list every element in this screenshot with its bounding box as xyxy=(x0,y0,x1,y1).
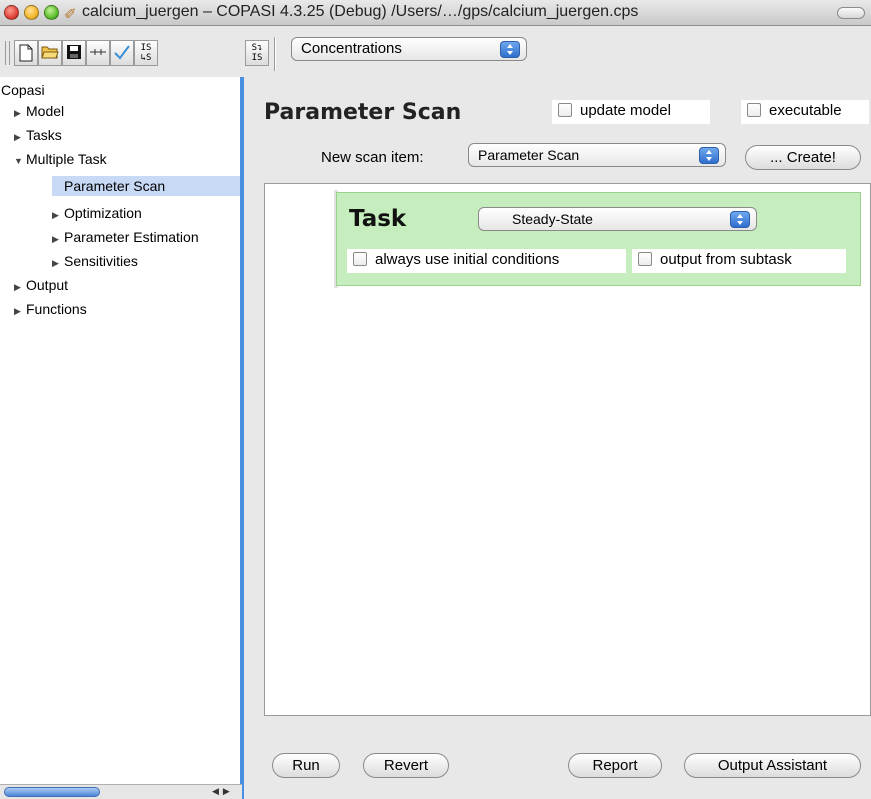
new-scan-item-label: New scan item: xyxy=(321,149,424,166)
new-scan-item-select[interactable]: Parameter Scan xyxy=(468,143,726,167)
scroll-arrows-icon[interactable]: ◀▶ xyxy=(212,786,234,797)
zoom-window-button[interactable] xyxy=(44,5,59,20)
open-file-button[interactable] xyxy=(38,40,62,66)
unit-select-value: Concentrations xyxy=(301,40,402,57)
report-button[interactable]: Report xyxy=(568,753,662,778)
tree-item-sensitivities[interactable]: ▶ Sensitivities xyxy=(52,251,138,273)
floppy-disk-icon xyxy=(67,45,81,59)
run-button[interactable]: Run xyxy=(272,753,340,778)
collapse-triangle-icon[interactable]: ▼ xyxy=(14,151,26,171)
close-window-button[interactable] xyxy=(4,5,19,20)
checkbox-icon[interactable] xyxy=(353,252,367,266)
checkmark-icon xyxy=(114,45,130,60)
executable-checkbox[interactable]: executable xyxy=(741,100,869,124)
task-type-value: Steady-State xyxy=(512,211,593,227)
toolbar: IS ↳S S↴ IS Concentrations xyxy=(0,27,871,77)
tree-item-parameter-scan[interactable]: Parameter Scan xyxy=(52,176,240,196)
document-proxy-icon[interactable]: ✐ xyxy=(64,5,77,23)
tree-item-tasks[interactable]: ▶ Tasks xyxy=(14,125,62,147)
slider-icon xyxy=(90,49,106,55)
slider-button[interactable] xyxy=(86,40,110,66)
tree-horizontal-scrollbar[interactable]: ◀▶ xyxy=(0,784,242,799)
create-button[interactable]: ... Create! xyxy=(745,145,861,170)
checkbox-icon[interactable] xyxy=(558,103,572,117)
unit-select[interactable]: Concentrations xyxy=(291,37,527,61)
page-title: Parameter Scan xyxy=(264,100,462,125)
tree-item-output[interactable]: ▶ Output xyxy=(14,275,68,297)
title-bar: ✐ calcium_juergen – COPASI 4.3.25 (Debug… xyxy=(0,0,871,26)
export-sbml-button[interactable]: S↴ IS xyxy=(245,40,269,66)
toolbar-toggle-button[interactable] xyxy=(837,7,865,19)
task-type-select[interactable]: Steady-State xyxy=(478,207,757,231)
tree-root[interactable]: Copasi xyxy=(1,80,45,100)
minimize-window-button[interactable] xyxy=(24,5,39,20)
toolbar-separator xyxy=(274,37,276,71)
expand-triangle-icon[interactable]: ▶ xyxy=(14,277,26,297)
expand-triangle-icon[interactable]: ▶ xyxy=(14,103,26,123)
export-sbml-icon: S↴ IS xyxy=(251,43,263,63)
tree-item-functions[interactable]: ▶ Functions xyxy=(14,299,87,321)
scrollbar-thumb[interactable] xyxy=(4,787,100,797)
checkbox-icon[interactable] xyxy=(638,252,652,266)
document-icon xyxy=(19,44,33,62)
check-model-button[interactable] xyxy=(110,40,134,66)
select-arrows-icon xyxy=(500,41,520,58)
tree-item-optimization[interactable]: ▶ Optimization xyxy=(52,203,142,225)
output-assistant-button[interactable]: Output Assistant xyxy=(684,753,861,778)
import-sbml-button[interactable]: IS ↳S xyxy=(134,40,158,66)
tree-item-model[interactable]: ▶ Model xyxy=(14,101,64,123)
new-file-button[interactable] xyxy=(14,40,38,66)
update-model-checkbox[interactable]: update model xyxy=(552,100,710,124)
tree-item-parameter-estimation[interactable]: ▶ Parameter Estimation xyxy=(52,227,199,249)
output-from-subtask-checkbox[interactable]: output from subtask xyxy=(632,249,846,273)
expand-triangle-icon[interactable]: ▶ xyxy=(52,205,64,225)
folder-open-icon xyxy=(41,46,59,59)
expand-triangle-icon[interactable]: ▶ xyxy=(14,301,26,321)
new-scan-item-value: Parameter Scan xyxy=(478,147,580,163)
expand-triangle-icon[interactable]: ▶ xyxy=(52,229,64,249)
revert-button[interactable]: Revert xyxy=(363,753,449,778)
import-sbml-icon: IS ↳S xyxy=(140,43,152,63)
always-use-initial-conditions-checkbox[interactable]: always use initial conditions xyxy=(347,249,626,273)
navigation-tree[interactable]: Copasi ▶ Model ▶ Tasks ▼ Multiple Task Para… xyxy=(0,77,242,799)
task-label: Task xyxy=(349,206,407,232)
window-title: calcium_juergen – COPASI 4.3.25 (Debug) … xyxy=(82,3,639,20)
checkbox-icon[interactable] xyxy=(747,103,761,117)
select-arrows-icon xyxy=(699,147,719,164)
save-file-button[interactable] xyxy=(62,40,86,66)
select-arrows-icon xyxy=(730,211,750,228)
expand-triangle-icon[interactable]: ▶ xyxy=(52,253,64,273)
toolbar-grip[interactable] xyxy=(5,41,10,65)
expand-triangle-icon[interactable]: ▶ xyxy=(14,127,26,147)
tree-item-multiple-task[interactable]: ▼ Multiple Task xyxy=(14,149,107,171)
